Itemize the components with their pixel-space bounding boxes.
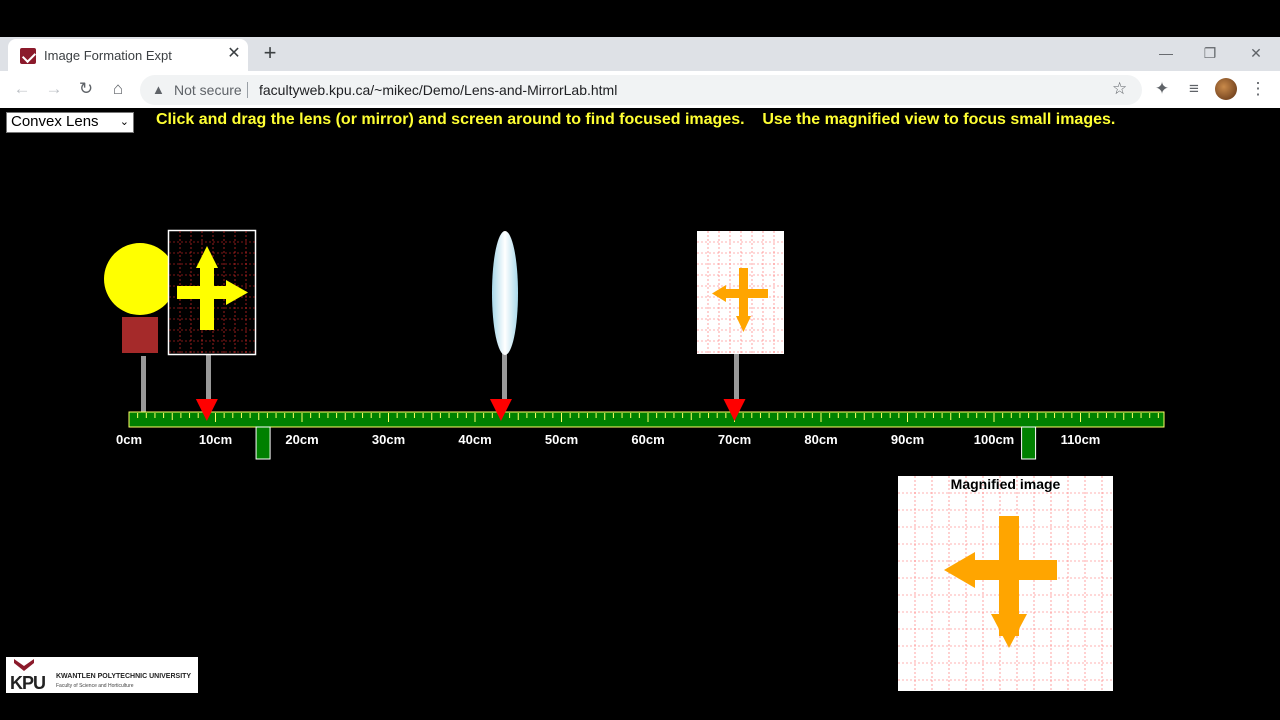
ruler-tick-label: 100cm: [974, 432, 1014, 447]
magnified-view: Magnified image: [898, 476, 1113, 691]
kpu-mark-icon: [14, 659, 34, 671]
focal-point-marker: [1021, 426, 1037, 460]
ruler-tick-label: 90cm: [891, 432, 924, 447]
reload-icon[interactable]: ↻: [76, 79, 96, 99]
ruler: 0cm 10cm 20cm 30cm 40cm 50cm 60cm 70cm 80cm 90cm 1…: [116, 411, 1165, 447]
ruler-tick-label: 40cm: [458, 432, 491, 447]
magnified-arrow-icon: [944, 516, 1057, 648]
convex-lens[interactable]: [492, 231, 518, 408]
warning-icon: ▲: [152, 82, 165, 97]
extensions-icon[interactable]: ✦: [1152, 79, 1172, 99]
avatar[interactable]: [1215, 78, 1237, 100]
bookmark-star-icon[interactable]: ☆: [1112, 79, 1127, 99]
media-queue-icon[interactable]: ≡: [1184, 79, 1204, 99]
restore-icon[interactable]: ❐: [1200, 43, 1220, 63]
new-tab-icon[interactable]: +: [258, 41, 282, 65]
minimize-icon[interactable]: —: [1156, 43, 1176, 63]
kpu-logo: KPU KWANTLEN POLYTECHNIC UNIVERSITY Facu…: [6, 657, 198, 693]
menu-kebab-icon[interactable]: ⋮: [1248, 79, 1268, 99]
kpu-favicon-icon: [20, 48, 36, 64]
light-bulb: [104, 243, 176, 416]
ruler-tick-label: 50cm: [545, 432, 578, 447]
ruler-tick-label: 20cm: [285, 432, 318, 447]
ruler-tick-label: 80cm: [804, 432, 837, 447]
browser-chrome: Image Formation Expt ✕ + — ❐ ✕ ← → ↻ ⌂ ▲…: [0, 37, 1280, 109]
object-card[interactable]: [167, 229, 257, 409]
logo-faculty: Faculty of Science and Horticulture: [56, 683, 134, 689]
magnified-view-title: Magnified image: [950, 476, 1061, 492]
address-bar[interactable]: ▲ Not secure facultyweb.kpu.ca/~mikec/De…: [140, 75, 1142, 105]
screen-card[interactable]: [697, 231, 784, 408]
divider: [247, 82, 248, 98]
close-icon[interactable]: ✕: [224, 44, 244, 64]
url-text[interactable]: facultyweb.kpu.ca/~mikec/Demo/Lens-and-M…: [259, 82, 617, 98]
tab-image-formation[interactable]: Image Formation Expt ✕: [8, 39, 248, 71]
tab-strip: Image Formation Expt ✕ + — ❐ ✕: [0, 37, 1280, 71]
not-secure-label: Not secure: [174, 82, 242, 98]
ruler-tick-label: 30cm: [372, 432, 405, 447]
ruler-tick-label: 0cm: [116, 432, 142, 447]
ruler-tick-label: 110cm: [1061, 432, 1101, 447]
focal-point-marker: [255, 426, 271, 460]
home-icon[interactable]: ⌂: [108, 79, 128, 99]
forward-icon[interactable]: →: [44, 79, 64, 99]
bulb-glass: [104, 243, 176, 315]
back-icon[interactable]: ←: [12, 79, 32, 99]
lab-page: Convex Lens ⌄ Click and drag the lens (o…: [0, 108, 1280, 720]
logo-name: KWANTLEN POLYTECHNIC UNIVERSITY: [56, 673, 192, 680]
window-close-icon[interactable]: ✕: [1246, 43, 1266, 63]
browser-toolbar: ← → ↻ ⌂ ▲ Not secure facultyweb.kpu.ca/~…: [0, 71, 1280, 109]
logo-short: KPU: [10, 673, 46, 693]
tab-title: Image Formation Expt: [44, 48, 172, 63]
ruler-tick-label: 10cm: [199, 432, 232, 447]
ruler-tick-label: 60cm: [631, 432, 664, 447]
ruler-tick-label: 70cm: [718, 432, 751, 447]
bulb-base: [122, 317, 158, 353]
